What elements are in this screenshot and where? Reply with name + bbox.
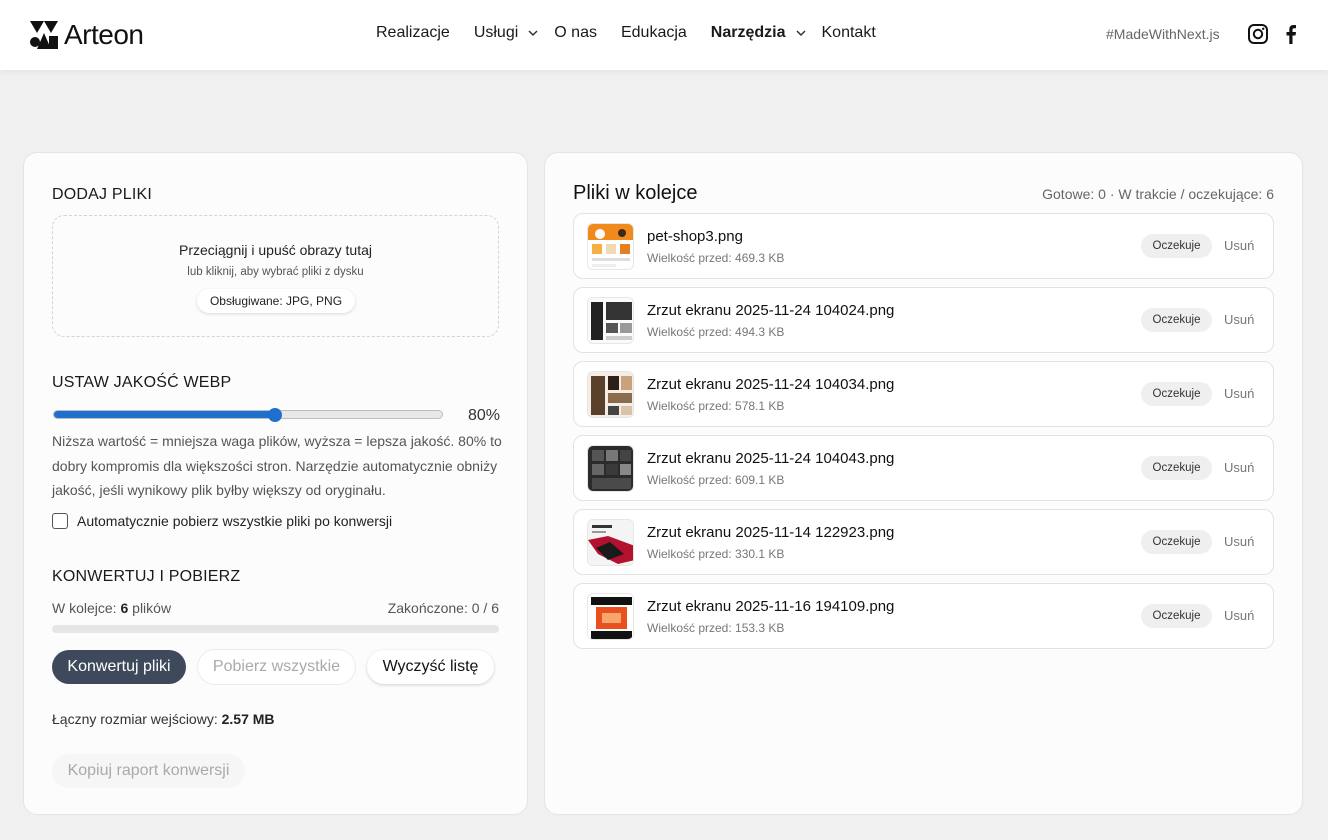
conversion-progress-bar: [52, 625, 499, 633]
file-row: Zrzut ekranu 2025-11-24 104024.png Wielk…: [573, 287, 1274, 353]
remove-file-button[interactable]: Usuń: [1224, 460, 1254, 475]
file-size: Wielkość przed: 578.1 KB: [647, 399, 785, 413]
file-name: Zrzut ekranu 2025-11-16 194109.png: [647, 598, 895, 615]
clear-list-button[interactable]: Wyczyść listę: [367, 650, 494, 684]
dropzone-title: Przeciągnij i upuść obrazy tutaj: [179, 242, 372, 258]
file-size: Wielkość przed: 609.1 KB: [647, 473, 785, 487]
file-size: Wielkość przed: 469.3 KB: [647, 251, 785, 265]
convert-files-button[interactable]: Konwertuj pliki: [52, 650, 186, 684]
file-list: pet-shop3.png Wielkość przed: 469.3 KB O…: [573, 213, 1274, 657]
file-name: pet-shop3.png: [647, 228, 743, 245]
converter-settings-panel: DODAJ PLIKI Przeciągnij i upuść obrazy t…: [23, 152, 528, 815]
quality-value: 80%: [467, 407, 500, 424]
add-files-heading: DODAJ PLIKI: [52, 186, 153, 203]
total-size-label: Łączny rozmiar wejściowy:: [52, 711, 222, 727]
file-dropzone[interactable]: Przeciągnij i upuść obrazy tutaj lub kli…: [52, 215, 499, 337]
auto-download-option[interactable]: Automatycznie pobierz wszystkie pliki po…: [52, 513, 392, 529]
nav-item-uslugi[interactable]: Usługi: [474, 24, 518, 42]
quality-heading: USTAW JAKOŚĆ WEBP: [52, 374, 232, 391]
file-thumbnail: [587, 371, 634, 418]
queue-title: Pliki w kolejce: [573, 182, 698, 204]
nav-item-edukacja[interactable]: Edukacja: [621, 24, 687, 42]
quality-slider[interactable]: [53, 410, 443, 419]
facebook-icon[interactable]: [1280, 23, 1302, 45]
file-thumbnail: [587, 593, 634, 640]
status-badge: Oczekuje: [1141, 530, 1212, 554]
quality-slider-thumb[interactable]: [268, 408, 283, 422]
file-name: Zrzut ekranu 2025-11-24 104043.png: [647, 450, 895, 467]
file-size: Wielkość przed: 494.3 KB: [647, 325, 785, 339]
chevron-down-icon[interactable]: [527, 27, 539, 39]
file-queue-panel: Pliki w kolejce Gotowe: 0 · W trakcie / …: [544, 152, 1303, 815]
main-nav: Realizacje Usługi O nas Edukacja Narzędz…: [376, 24, 876, 42]
quality-help-text: Niższa wartość = mniejsza waga plików, w…: [52, 433, 502, 498]
logo[interactable]: Arteon: [30, 19, 144, 51]
queue-stats: Gotowe: 0 · W trakcie / oczekujące: 6: [1042, 186, 1274, 202]
status-badge: Oczekuje: [1141, 382, 1212, 406]
completed-count: Zakończone: 0 / 6: [387, 600, 499, 616]
download-all-button[interactable]: Pobierz wszystkie: [198, 650, 355, 684]
file-row: Zrzut ekranu 2025-11-24 104034.png Wielk…: [573, 361, 1274, 427]
remove-file-button[interactable]: Usuń: [1224, 238, 1254, 253]
auto-download-label: Automatycznie pobierz wszystkie pliki po…: [77, 513, 393, 529]
queue-prefix: W kolejce:: [52, 600, 121, 616]
status-badge: Oczekuje: [1141, 308, 1212, 332]
chevron-down-icon[interactable]: [795, 27, 807, 39]
file-row: Zrzut ekranu 2025-11-16 194109.png Wielk…: [573, 583, 1274, 649]
file-size: Wielkość przed: 153.3 KB: [647, 621, 785, 635]
auto-download-checkbox[interactable]: [52, 513, 68, 529]
file-row: Zrzut ekranu 2025-11-14 122923.png Wielk…: [573, 509, 1274, 575]
copy-report-button[interactable]: Kopiuj raport konwersji: [52, 754, 245, 788]
dropzone-subtitle: lub kliknij, aby wybrać pliki z dysku: [187, 266, 364, 278]
file-thumbnail: [587, 445, 634, 492]
remove-file-button[interactable]: Usuń: [1224, 386, 1254, 401]
logo-text: Arteon: [64, 19, 144, 50]
file-row: pet-shop3.png Wielkość przed: 469.3 KB O…: [573, 213, 1274, 279]
nav-item-realizacje[interactable]: Realizacje: [376, 24, 450, 42]
instagram-icon[interactable]: [1247, 23, 1269, 45]
status-badge: Oczekuje: [1141, 234, 1212, 258]
remove-file-button[interactable]: Usuń: [1224, 608, 1254, 623]
file-thumbnail: [587, 297, 634, 344]
queue-count-info: W kolejce: 6 plików: [52, 600, 171, 616]
site-header: Arteon Realizacje Usługi O nas Edukacja …: [0, 0, 1328, 70]
hashtag-text: #MadeWithNext.js: [1106, 26, 1220, 42]
nav-item-narzedzia[interactable]: Narzędzia: [711, 24, 786, 42]
nav-item-kontakt[interactable]: Kontakt: [822, 24, 876, 42]
total-input-size: Łączny rozmiar wejściowy: 2.57 MB: [52, 711, 275, 727]
file-thumbnail: [587, 223, 634, 270]
arteon-logo-icon: [30, 21, 58, 49]
status-badge: Oczekuje: [1141, 604, 1212, 628]
file-row: Zrzut ekranu 2025-11-24 104043.png Wielk…: [573, 435, 1274, 501]
total-size-value: 2.57 MB: [221, 711, 275, 727]
file-name: Zrzut ekranu 2025-11-24 104034.png: [647, 376, 895, 393]
convert-heading: KONWERTUJ I POBIERZ: [52, 568, 241, 585]
nav-item-o-nas[interactable]: O nas: [554, 24, 597, 42]
queue-suffix: plików: [128, 600, 172, 616]
file-size: Wielkość przed: 330.1 KB: [647, 547, 785, 561]
file-thumbnail: [587, 519, 634, 566]
file-name: Zrzut ekranu 2025-11-24 104024.png: [647, 302, 895, 319]
remove-file-button[interactable]: Usuń: [1224, 534, 1254, 549]
remove-file-button[interactable]: Usuń: [1224, 312, 1254, 327]
status-badge: Oczekuje: [1141, 456, 1212, 480]
file-name: Zrzut ekranu 2025-11-14 122923.png: [647, 524, 895, 541]
supported-formats-badge: Obsługiwane: JPG, PNG: [197, 289, 355, 313]
quality-slider-fill: [54, 411, 277, 418]
